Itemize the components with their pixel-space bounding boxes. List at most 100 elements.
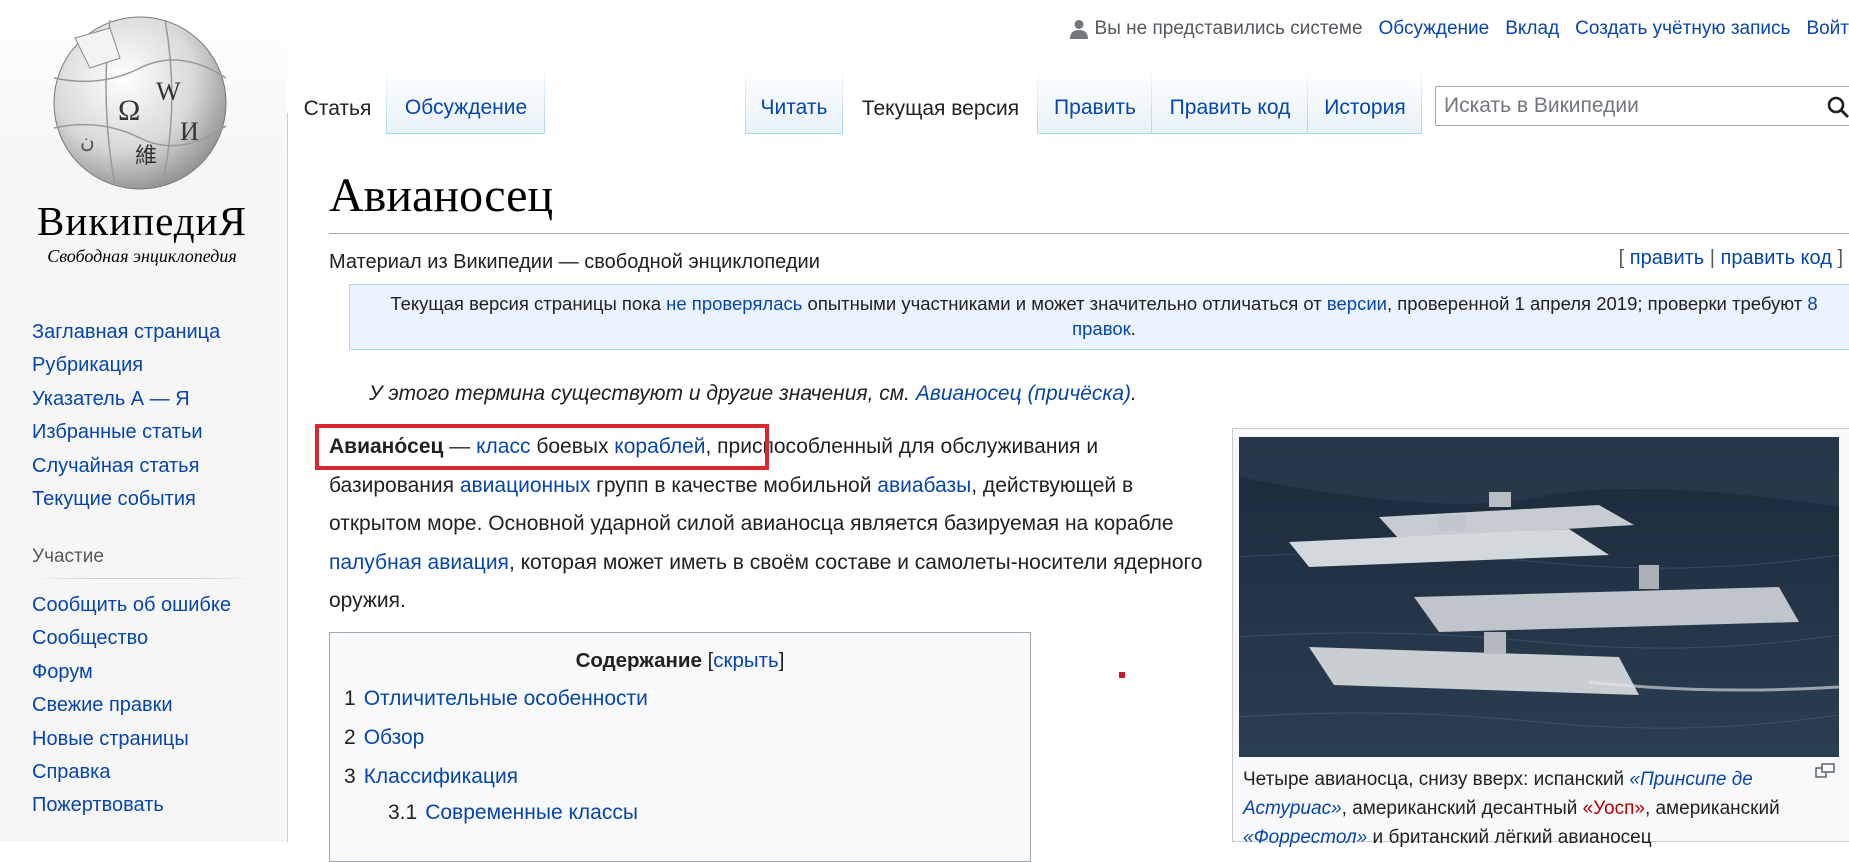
search-input[interactable] — [1436, 87, 1832, 125]
caption-text: Четыре авианосца, снизу вверх: испанский — [1243, 769, 1630, 790]
part-recent-changes[interactable]: Свежие правки — [32, 694, 173, 716]
wasp-link[interactable]: «Уосп» — [1583, 798, 1645, 819]
tab-read[interactable]: Читать — [745, 66, 843, 134]
toc-link[interactable]: Классификация — [364, 765, 518, 788]
toc-number: 3.1 — [388, 801, 418, 824]
part-community[interactable]: Сообщество — [32, 627, 148, 649]
nav-index[interactable]: Указатель А — Я — [32, 388, 190, 410]
part-report-error[interactable]: Сообщить об ошибке — [32, 594, 231, 616]
site-subtitle: Материал из Википедии — свободной энцикл… — [329, 251, 820, 273]
table-of-contents: Содержание [скрыть] 1 Отличительные особе… — [329, 632, 1031, 862]
personal-contributions-link[interactable]: Вклад — [1505, 18, 1559, 40]
thumbnail: Четыре авианосца, снизу вверх: испанский… — [1232, 428, 1849, 848]
hatnote-link[interactable]: Авианосец (причёска) — [916, 382, 1131, 405]
login-link[interactable]: Войт — [1806, 18, 1849, 40]
heading-rule — [329, 233, 1849, 234]
tab-edit[interactable]: Править — [1038, 66, 1152, 134]
puzzle-globe-icon: Ω W И 維 ن — [53, 16, 227, 190]
logo-tagline: Свободная энциклопедия — [47, 246, 237, 266]
section-edit-links: [ править | править код ] — [1619, 247, 1843, 270]
lead-text: групп в качестве мобильной — [590, 473, 878, 497]
airbase-link[interactable]: авиабазы — [877, 474, 971, 497]
toc-title: Содержание [скрыть] — [330, 649, 1030, 673]
svg-text:ن: ن — [80, 131, 95, 153]
notice-text: , проверенной 1 апреля 2019; проверки тр… — [1387, 293, 1808, 314]
tab-current-version-label: Текущая версия — [861, 97, 1020, 120]
bracket-open: [ — [1618, 247, 1625, 269]
content-border — [287, 113, 288, 842]
tab-current-version[interactable]: Текущая версия — [843, 66, 1038, 134]
part-donate[interactable]: Пожертвовать — [32, 794, 164, 816]
personal-talk-link[interactable]: Обсуждение — [1379, 18, 1490, 40]
nav-main-page[interactable]: Заглавная страница — [32, 321, 220, 343]
toc-item[interactable]: 3 Классификация — [344, 765, 518, 789]
tab-history-label: История — [1324, 96, 1406, 119]
toc-link[interactable]: Отличительные особенности — [364, 687, 648, 710]
nav-featured[interactable]: Избранные статьи — [32, 421, 203, 443]
toc-item[interactable]: 1 Отличительные особенности — [344, 687, 648, 711]
anon-user-label: Вы не представились системе — [1094, 18, 1363, 39]
lead-paragraph: Авиано́сец — класс боевых кораблей, прис… — [329, 428, 1209, 621]
page-title: Авианосец — [329, 169, 554, 222]
toc-number: 2 — [344, 726, 356, 749]
part-help[interactable]: Справка — [32, 761, 110, 783]
logo-wordmark: ВикипедиЯ — [37, 198, 247, 244]
part-new-pages[interactable]: Новые страницы — [32, 728, 189, 750]
toc-link[interactable]: Обзор — [364, 726, 425, 749]
create-account-link[interactable]: Создать учётную запись — [1575, 18, 1790, 40]
hatnote-text: У этого термина существуют и другие знач… — [369, 382, 916, 405]
caption-text: и британский лёгкий авианосец — [1367, 827, 1652, 848]
lead-text: — — [443, 435, 477, 458]
navigation-portal: Заглавная страница Рубрикация Указатель … — [32, 316, 257, 516]
toc-item[interactable]: 3.1 Современные классы — [388, 801, 638, 825]
bracket-close: ] — [1837, 247, 1843, 269]
tab-separator — [745, 66, 746, 133]
toc-hide-toggle[interactable]: скрыть — [713, 649, 778, 672]
class-link[interactable]: класс — [476, 435, 530, 458]
stable-version-link[interactable]: версии — [1327, 293, 1387, 314]
svg-text:Ω: Ω — [118, 94, 140, 127]
tab-article-label: Статья — [303, 97, 372, 120]
caption-text: , американский десантный — [1341, 798, 1583, 819]
toc-number: 3 — [344, 765, 356, 788]
hatnote-text: . — [1131, 382, 1137, 405]
notice-text: опытными участниками и может значительно… — [802, 293, 1327, 314]
notice-text: Текущая версия страницы пока — [390, 293, 667, 314]
nav-categories[interactable]: Рубрикация — [32, 354, 143, 376]
part-forum[interactable]: Форум — [32, 661, 93, 683]
forrestal-link[interactable]: «Форрестол» — [1243, 827, 1367, 848]
participation-portal: Участие Сообщить об ошибке Сообщество Фо… — [32, 546, 257, 823]
deck-aviation-link[interactable]: палубная авиация — [329, 551, 509, 574]
tab-article[interactable]: Статья — [288, 66, 387, 134]
wikipedia-logo[interactable]: Ω W И 維 ن ВикипедиЯ Свободная энциклопед… — [22, 8, 262, 266]
anon-user: Вы не представились системе — [1069, 18, 1363, 40]
svg-text:W: W — [156, 77, 181, 106]
nav-current-events[interactable]: Текущие события — [32, 488, 196, 510]
tab-edit-source[interactable]: Править код — [1152, 66, 1308, 134]
edit-link[interactable]: править — [1630, 247, 1704, 269]
sidebar: Ω W И 維 ن ВикипедиЯ Свободная энциклопед… — [0, 0, 287, 842]
personal-tools: Вы не представились системе Обсуждение В… — [1069, 18, 1849, 40]
thumbnail-caption: Четыре авианосца, снизу вверх: испанский… — [1243, 765, 1833, 852]
nav-random[interactable]: Случайная статья — [32, 455, 199, 477]
edit-separator: | — [1709, 247, 1715, 269]
article-term: Авиано́сец — [329, 435, 444, 458]
red-marker — [1119, 672, 1125, 678]
user-icon — [1069, 20, 1088, 39]
svg-text:維: 維 — [135, 144, 157, 169]
ships-link[interactable]: кораблей — [614, 435, 705, 458]
tab-edit-label: Править — [1054, 96, 1136, 119]
not-reviewed-link[interactable]: не проверялась — [666, 293, 802, 314]
search-icon[interactable] — [1826, 95, 1849, 119]
tab-talk-label: Обсуждение — [404, 96, 528, 119]
toc-item[interactable]: 2 Обзор — [344, 726, 424, 750]
svg-text:И: И — [180, 117, 199, 146]
aviation-link[interactable]: авиационных — [460, 474, 590, 497]
tab-talk[interactable]: Обсуждение — [387, 66, 545, 134]
participation-heading: Участие — [32, 546, 257, 579]
aircraft-carriers-photo[interactable] — [1239, 437, 1839, 757]
toc-heading: Содержание — [575, 649, 702, 672]
toc-link[interactable]: Современные классы — [425, 801, 638, 824]
tab-history[interactable]: История — [1308, 66, 1422, 134]
edit-source-link[interactable]: править код — [1721, 247, 1832, 269]
